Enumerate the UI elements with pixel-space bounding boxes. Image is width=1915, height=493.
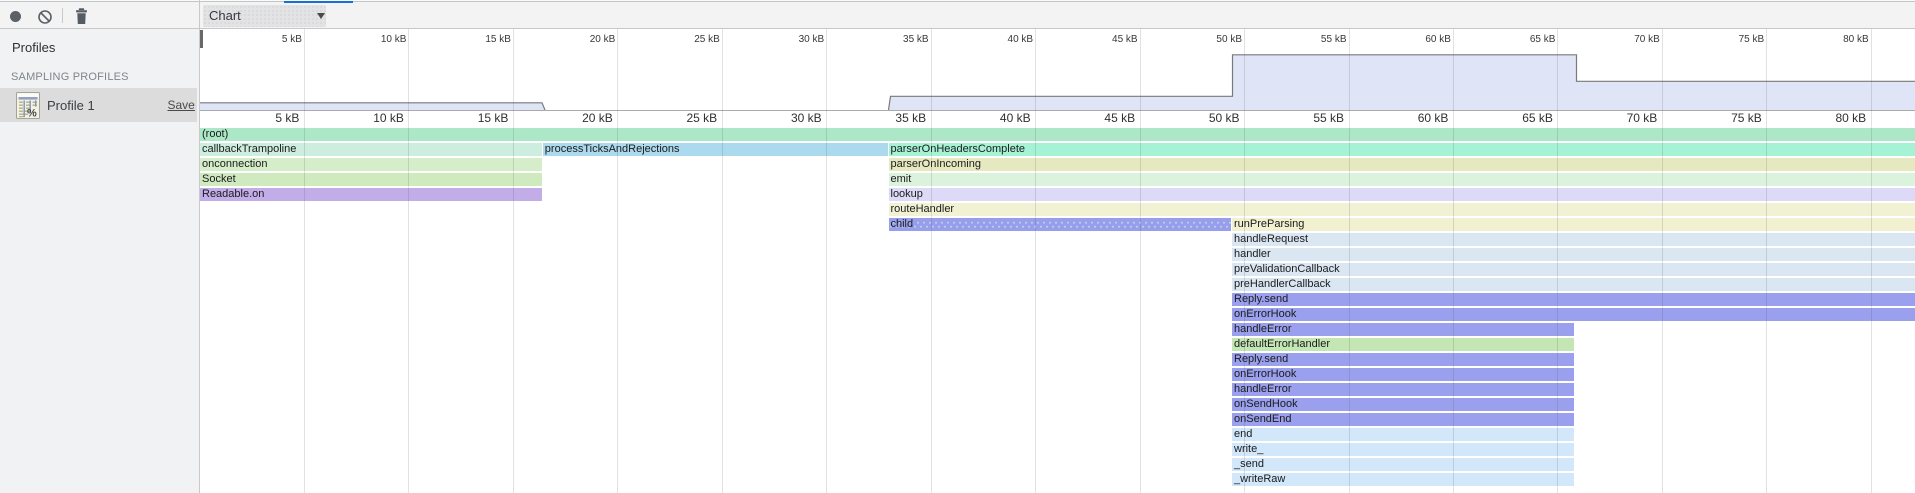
svg-text:%: % [27, 108, 37, 120]
